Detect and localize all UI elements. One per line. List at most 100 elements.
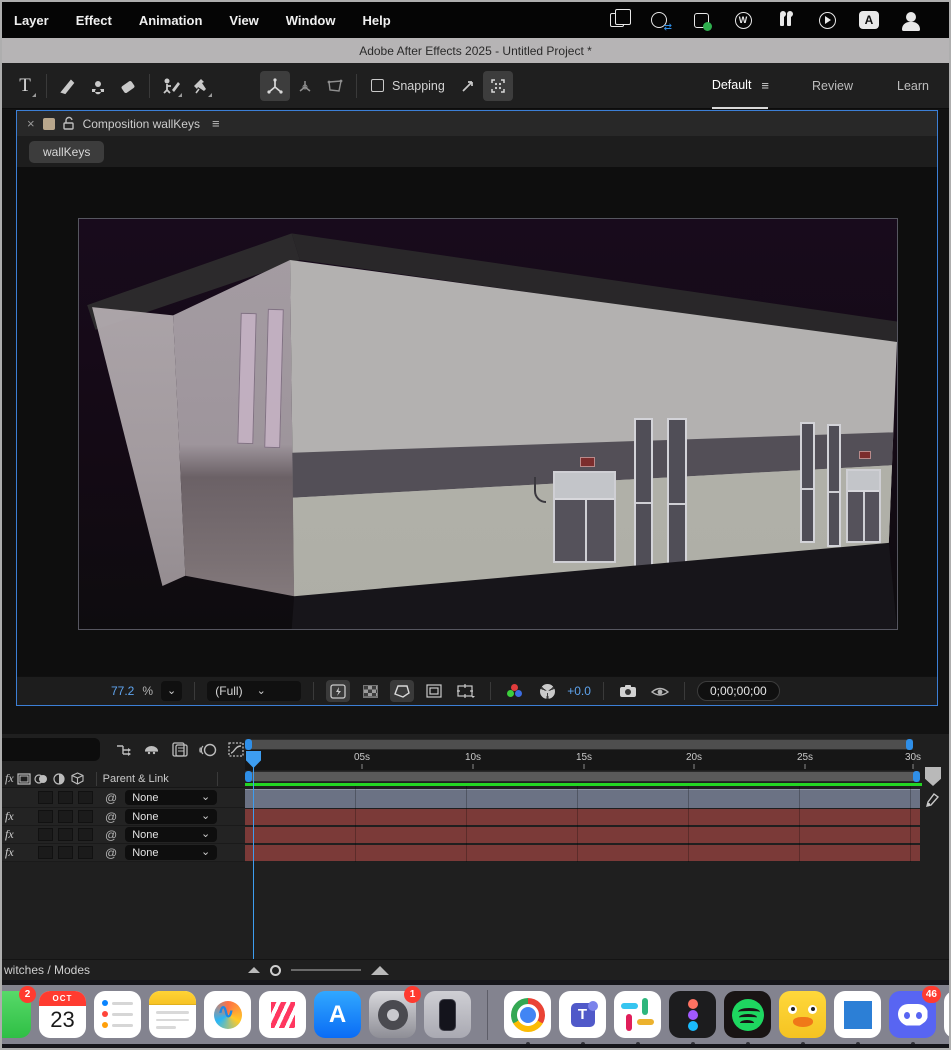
frame-render-column-icon[interactable] bbox=[16, 773, 32, 785]
layer-bar[interactable] bbox=[245, 809, 920, 825]
teams-status-icon[interactable] bbox=[691, 10, 711, 30]
toggle-switches-modes-label[interactable]: witches / Modes bbox=[2, 963, 90, 977]
workspace-menu-icon[interactable]: ≡ bbox=[761, 78, 768, 93]
unlock-icon[interactable] bbox=[63, 117, 75, 130]
quality-column-icon[interactable] bbox=[52, 773, 68, 785]
frame-blending-icon[interactable] bbox=[170, 741, 189, 758]
axis-mode-world-button[interactable] bbox=[290, 71, 320, 101]
menu-window[interactable]: Window bbox=[286, 13, 336, 28]
snapshot-camera-icon[interactable] bbox=[616, 680, 640, 702]
region-of-interest-icon[interactable] bbox=[422, 680, 446, 702]
calendar-dock-icon[interactable]: OCT 23 bbox=[39, 991, 86, 1038]
brush-tool-button[interactable] bbox=[53, 71, 83, 101]
comp-annotation-icon[interactable] bbox=[924, 792, 942, 808]
time-navigator-bar[interactable] bbox=[245, 739, 913, 750]
menu-help[interactable]: Help bbox=[362, 13, 390, 28]
user-account-icon[interactable] bbox=[901, 10, 921, 30]
cube-3d-column-icon[interactable] bbox=[70, 772, 86, 785]
motion-blur-icon[interactable] bbox=[198, 741, 217, 758]
current-time-display[interactable]: 0;00;00;00 bbox=[697, 681, 780, 701]
panel-menu-icon[interactable]: ≡ bbox=[212, 116, 220, 131]
airpods-icon[interactable] bbox=[775, 10, 795, 30]
workspace-default[interactable]: Default ≡ bbox=[712, 63, 768, 109]
magnification-value[interactable]: 77.2 bbox=[111, 684, 134, 698]
timeline-ruler[interactable]: 0s 05s 10s 15s 20s 25s 30s bbox=[245, 750, 913, 770]
workspace-review[interactable]: Review bbox=[812, 63, 853, 109]
layer-bar[interactable] bbox=[245, 827, 920, 843]
iphone-mirroring-dock-icon[interactable] bbox=[424, 991, 471, 1038]
layer-switch-box[interactable] bbox=[38, 791, 53, 804]
cyberduck-dock-icon[interactable] bbox=[779, 991, 826, 1038]
exposure-value[interactable]: +0.0 bbox=[567, 684, 591, 698]
outlook-dock-icon[interactable]: O bbox=[944, 991, 951, 1038]
transparency-grid-icon[interactable] bbox=[358, 680, 382, 702]
chrome-dock-icon[interactable] bbox=[504, 991, 551, 1038]
layer-bar-selected[interactable] bbox=[245, 789, 920, 808]
comp-marker-bin-icon[interactable] bbox=[925, 767, 941, 786]
parent-select[interactable]: None ⌄ bbox=[125, 790, 217, 805]
layer-fx-badge[interactable]: fx bbox=[2, 809, 22, 824]
parent-pickwhip-icon[interactable]: @ bbox=[105, 810, 117, 824]
snap-features-button[interactable] bbox=[483, 71, 513, 101]
layer-switch-box[interactable] bbox=[58, 828, 73, 841]
menu-layer[interactable]: Layer bbox=[14, 13, 49, 28]
snapping-checkbox[interactable] bbox=[371, 79, 384, 92]
system-settings-dock-icon[interactable]: 1 bbox=[369, 991, 416, 1038]
spotify-dock-icon[interactable] bbox=[724, 991, 771, 1038]
graph-editor-icon[interactable] bbox=[226, 741, 245, 758]
parent-pickwhip-icon[interactable]: @ bbox=[105, 791, 117, 805]
exposure-reset-icon[interactable] bbox=[535, 680, 559, 702]
show-snapshot-eye-icon[interactable] bbox=[648, 680, 672, 702]
work-area-bar[interactable] bbox=[245, 771, 920, 782]
eraser-tool-button[interactable] bbox=[113, 71, 143, 101]
layer-switch-box[interactable] bbox=[78, 828, 93, 841]
navigator-end-handle[interactable] bbox=[906, 739, 913, 750]
snapping-control[interactable]: Snapping bbox=[371, 79, 445, 93]
parent-link-header[interactable]: Parent & Link bbox=[103, 773, 169, 785]
layer-switch-box[interactable] bbox=[58, 791, 73, 804]
timeline-time-field[interactable] bbox=[0, 738, 100, 761]
facetime-dock-icon[interactable]: 2 bbox=[0, 991, 31, 1038]
panel-close-icon[interactable]: × bbox=[27, 116, 35, 131]
parent-pickwhip-icon[interactable]: @ bbox=[105, 846, 117, 860]
axis-mode-local-button[interactable] bbox=[260, 71, 290, 101]
parent-select[interactable]: None ⌄ bbox=[125, 809, 217, 824]
window-title-bar[interactable]: Adobe After Effects 2025 - Untitled Proj… bbox=[2, 38, 949, 63]
layer-fx-badge[interactable]: fx bbox=[2, 827, 22, 842]
shy-layers-icon[interactable] bbox=[142, 741, 161, 758]
layer-switch-box[interactable] bbox=[58, 810, 73, 823]
outlook-status-icon[interactable] bbox=[607, 10, 627, 30]
composition-viewport[interactable] bbox=[17, 167, 937, 676]
vscode-dock-icon[interactable] bbox=[834, 991, 881, 1038]
play-status-icon[interactable] bbox=[817, 10, 837, 30]
composition-mini-flowchart-icon[interactable] bbox=[114, 741, 133, 758]
work-area-end-handle[interactable] bbox=[913, 771, 920, 782]
parent-select[interactable]: None ⌄ bbox=[125, 827, 217, 842]
type-tool-button[interactable]: T bbox=[10, 71, 40, 101]
navigator-start-handle[interactable] bbox=[245, 739, 252, 750]
slack-dock-icon[interactable] bbox=[614, 991, 661, 1038]
zoom-slider-knob[interactable] bbox=[270, 965, 281, 976]
clone-stamp-tool-button[interactable] bbox=[83, 71, 113, 101]
layer-switch-box[interactable] bbox=[38, 828, 53, 841]
zoom-out-mountain-icon[interactable] bbox=[248, 967, 260, 973]
mask-visibility-icon[interactable] bbox=[390, 680, 414, 702]
menu-animation[interactable]: Animation bbox=[139, 13, 203, 28]
guides-options-icon[interactable] bbox=[454, 680, 478, 702]
layer-switch-box[interactable] bbox=[78, 846, 93, 859]
reminders-dock-icon[interactable] bbox=[94, 991, 141, 1038]
menu-effect[interactable]: Effect bbox=[76, 13, 112, 28]
layer-fx-badge[interactable]: fx bbox=[2, 845, 22, 860]
input-source-icon[interactable]: A bbox=[859, 10, 879, 30]
news-dock-icon[interactable] bbox=[259, 991, 306, 1038]
freeform-dock-icon[interactable] bbox=[204, 991, 251, 1038]
workspace-learn[interactable]: Learn bbox=[897, 63, 929, 109]
parent-select[interactable]: None ⌄ bbox=[125, 845, 217, 860]
wacom-icon[interactable]: W bbox=[733, 10, 753, 30]
layer-switch-box[interactable] bbox=[38, 846, 53, 859]
zoom-in-mountain-icon[interactable] bbox=[371, 966, 389, 975]
fast-previews-icon[interactable] bbox=[326, 680, 350, 702]
axis-mode-view-button[interactable] bbox=[320, 71, 350, 101]
playhead-line[interactable] bbox=[253, 756, 254, 960]
work-area-start-handle[interactable] bbox=[245, 771, 252, 782]
